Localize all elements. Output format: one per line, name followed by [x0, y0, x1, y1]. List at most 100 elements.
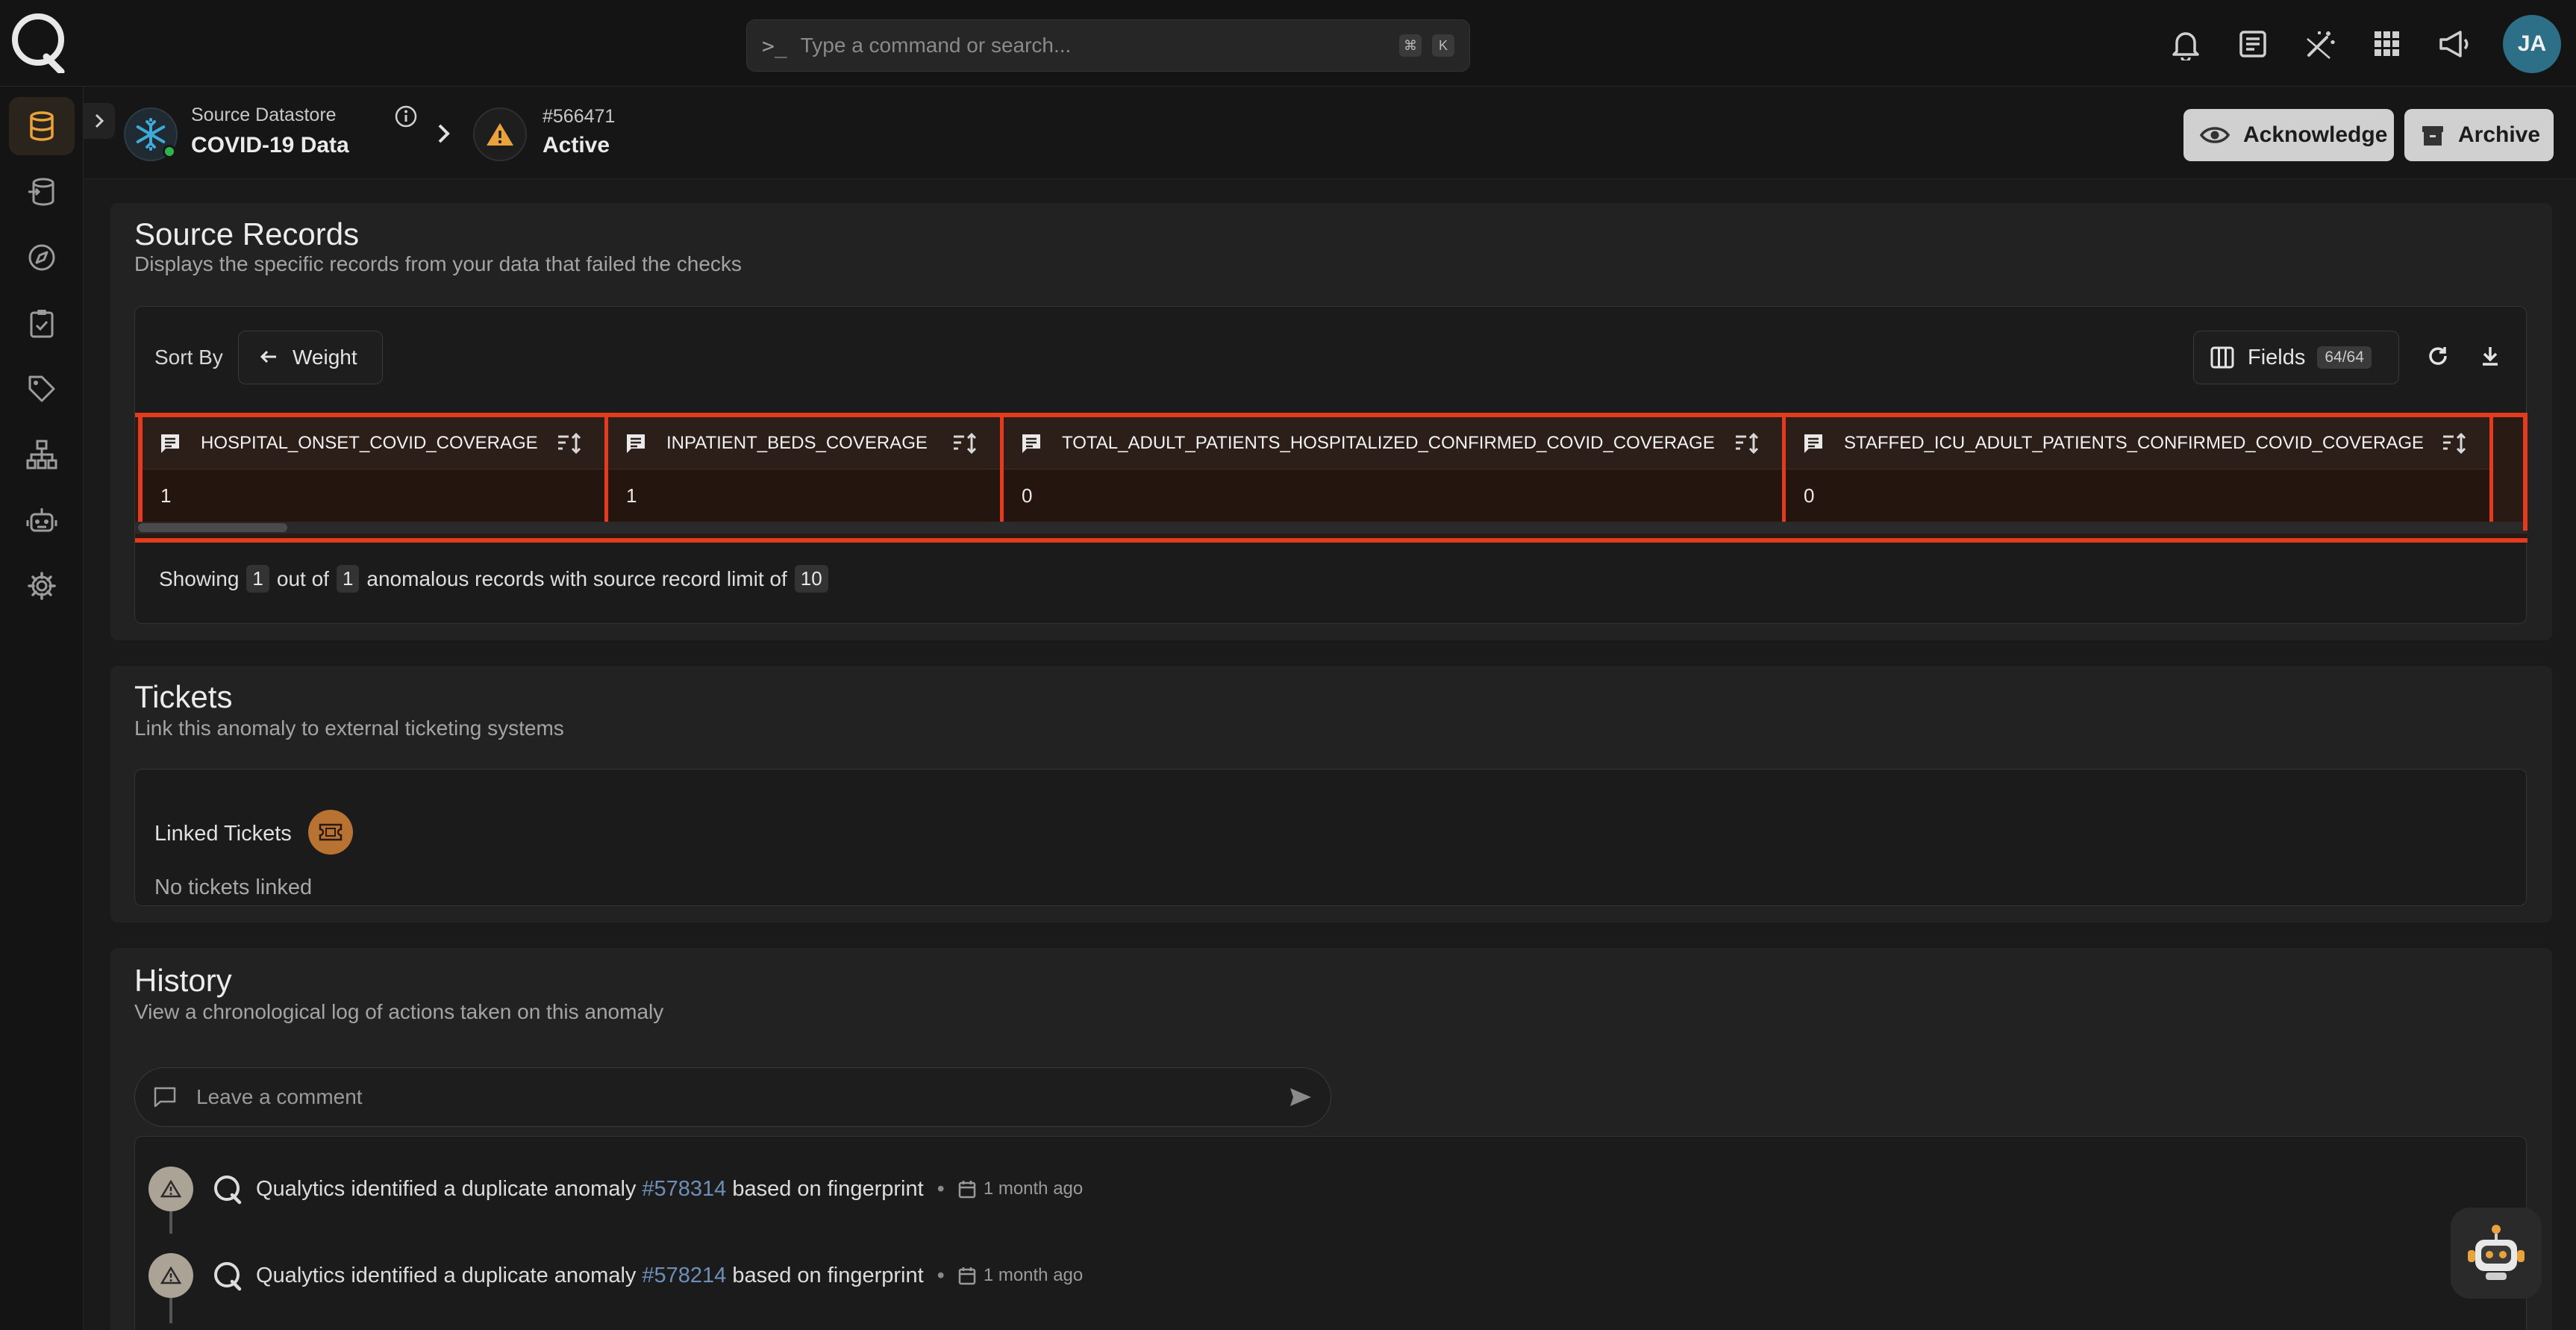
history-subtitle: View a chronological log of actions take… [134, 1000, 664, 1023]
hierarchy-icon [26, 440, 57, 469]
calendar-icon [958, 1181, 976, 1199]
sort-icon[interactable] [557, 432, 582, 455]
megaphone-icon[interactable] [2437, 27, 2472, 61]
warning-icon [149, 1253, 193, 1298]
anomaly-link[interactable]: #578214 [642, 1264, 726, 1288]
warning-icon [149, 1167, 193, 1211]
bell-icon[interactable] [2169, 27, 2203, 61]
history-item: Qualytics identified a duplicate anomaly… [149, 1253, 1083, 1298]
separator-dot: • [937, 1176, 945, 1201]
source-records-title: Source Records [134, 216, 360, 252]
text-type-icon [1804, 434, 1822, 453]
sort-by-label: Sort By [154, 346, 223, 369]
shortcut-cmd-key: ⌘ [1399, 34, 1422, 57]
eye-icon [2200, 125, 2230, 146]
scrollbar-thumb[interactable] [138, 523, 287, 532]
compass-icon [28, 244, 55, 271]
column-name: TOTAL_ADULT_PATIENTS_HOSPITALIZED_CONFIR… [1062, 432, 1715, 453]
showing-suffix: anomalous records with source record lim… [366, 566, 787, 590]
tickets-card: Tickets Link this anomaly to external ti… [110, 666, 2552, 922]
download-button[interactable] [2474, 340, 2507, 372]
qualytics-mini-logo [214, 1262, 242, 1291]
table-horizontal-scrollbar[interactable] [135, 522, 2527, 534]
source-records-card: Source Records Displays the specific rec… [110, 203, 2552, 640]
anomaly-header: Source Datastore COVID-19 Data #566471 A… [84, 87, 2576, 179]
tickets-title: Tickets [134, 679, 233, 714]
history-card: History View a chronological log of acti… [110, 948, 2552, 1330]
anomaly-status: Active [543, 133, 610, 157]
column-header[interactable]: INPATIENT_BEDS_COVERAGE [608, 417, 1000, 469]
linked-tickets-label: Linked Tickets [154, 822, 292, 846]
history-title: History [134, 963, 232, 998]
sidebar-item-agents[interactable] [9, 491, 75, 549]
text-type-icon [161, 434, 179, 453]
table-column: HOSPITAL_ONSET_COVID_COVERAGE 1 [143, 417, 608, 522]
text-type-icon [1022, 434, 1040, 453]
history-text: Qualytics identified a duplicate anomaly [256, 1176, 637, 1201]
ticket-icon[interactable] [308, 810, 353, 855]
user-avatar[interactable]: JA [2503, 15, 2561, 73]
search-placeholder: Type a command or search... [800, 34, 1072, 57]
qualytics-logo[interactable] [10, 12, 66, 75]
table-column: TOTAL_ADULT_PATIENTS_HOSPITALIZED_CONFIR… [1004, 417, 1786, 522]
datastore-name[interactable]: COVID-19 Data [191, 133, 349, 158]
history-time: 1 month ago [983, 1178, 1084, 1199]
history-timeline: Qualytics identified a duplicate anomaly… [134, 1136, 2527, 1330]
send-icon[interactable] [1289, 1087, 1313, 1108]
no-tickets-text: No tickets linked [154, 875, 313, 899]
command-search-bar[interactable]: >_ Type a command or search... ⌘ K [746, 19, 1470, 72]
chevron-right-icon [95, 113, 104, 128]
column-header[interactable]: STAFFED_ICU_ADULT_PATIENTS_CONFIRMED_COV… [1786, 417, 2489, 469]
sidebar [0, 87, 84, 1330]
fields-label: Fields [2248, 345, 2306, 369]
sort-icon[interactable] [2442, 432, 2467, 455]
sidebar-item-flows[interactable] [9, 425, 75, 484]
archive-box-icon [2421, 123, 2445, 147]
sort-icon[interactable] [1734, 432, 1760, 455]
anomalous-records-table: HOSPITAL_ONSET_COVID_COVERAGE 1 INPATIEN… [135, 413, 2527, 543]
magic-wand-icon[interactable] [2303, 27, 2337, 61]
table-cell: 1 [143, 469, 604, 522]
column-header[interactable]: HOSPITAL_ONSET_COVID_COVERAGE [143, 417, 604, 469]
qualytics-mini-logo [214, 1176, 242, 1205]
sidebar-item-datastores[interactable] [9, 97, 75, 155]
table-cell: 1 [608, 469, 1000, 522]
linked-tickets-panel: Linked Tickets No tickets linked [134, 769, 2527, 906]
sidebar-item-tags[interactable] [9, 360, 75, 418]
column-header[interactable]: TOTAL_ADULT_PATIENTS_HOSPITALIZED_CONFIR… [1004, 417, 1782, 469]
document-list-icon[interactable] [2236, 27, 2270, 61]
apps-grid-icon[interactable] [2370, 27, 2404, 61]
history-text-suffix: based on fingerprint [732, 1263, 924, 1287]
archive-button[interactable]: Archive [2404, 109, 2554, 161]
separator-dot: • [937, 1263, 945, 1287]
warning-icon [487, 123, 513, 146]
comment-placeholder: Leave a comment [196, 1085, 363, 1108]
column-name: HOSPITAL_ONSET_COVID_COVERAGE [201, 432, 538, 453]
history-time: 1 month ago [983, 1265, 1084, 1285]
history-text-suffix: based on fingerprint [732, 1176, 924, 1201]
acknowledge-button[interactable]: Acknowledge [2183, 109, 2394, 161]
sidebar-item-settings[interactable] [9, 557, 75, 615]
datastore-avatar[interactable] [124, 107, 178, 161]
sidebar-expand-button[interactable] [84, 103, 115, 139]
text-type-icon [627, 434, 645, 453]
sort-value: Weight [293, 346, 357, 369]
history-item: Qualytics identified a duplicate anomaly… [149, 1167, 1083, 1211]
calendar-icon [958, 1267, 976, 1285]
info-icon[interactable] [394, 104, 418, 132]
tag-icon [28, 375, 55, 402]
anomaly-link[interactable]: #578314 [642, 1177, 726, 1202]
fields-selector-button[interactable]: Fields 64/64 [2193, 331, 2399, 384]
arrow-left-icon [260, 346, 278, 369]
refresh-button[interactable] [2422, 340, 2454, 372]
archive-label: Archive [2458, 122, 2541, 147]
sort-icon[interactable] [952, 432, 978, 455]
anomaly-id: #566471 [543, 106, 616, 127]
download-icon [2483, 347, 2498, 366]
sidebar-item-explore[interactable] [9, 228, 75, 287]
sidebar-item-checks[interactable] [9, 294, 75, 352]
assistant-bot-button[interactable] [2451, 1208, 2542, 1299]
sidebar-item-enrichment[interactable] [9, 163, 75, 221]
sort-weight-button[interactable]: Weight [238, 331, 383, 384]
comment-input[interactable]: Leave a comment [134, 1067, 1331, 1127]
